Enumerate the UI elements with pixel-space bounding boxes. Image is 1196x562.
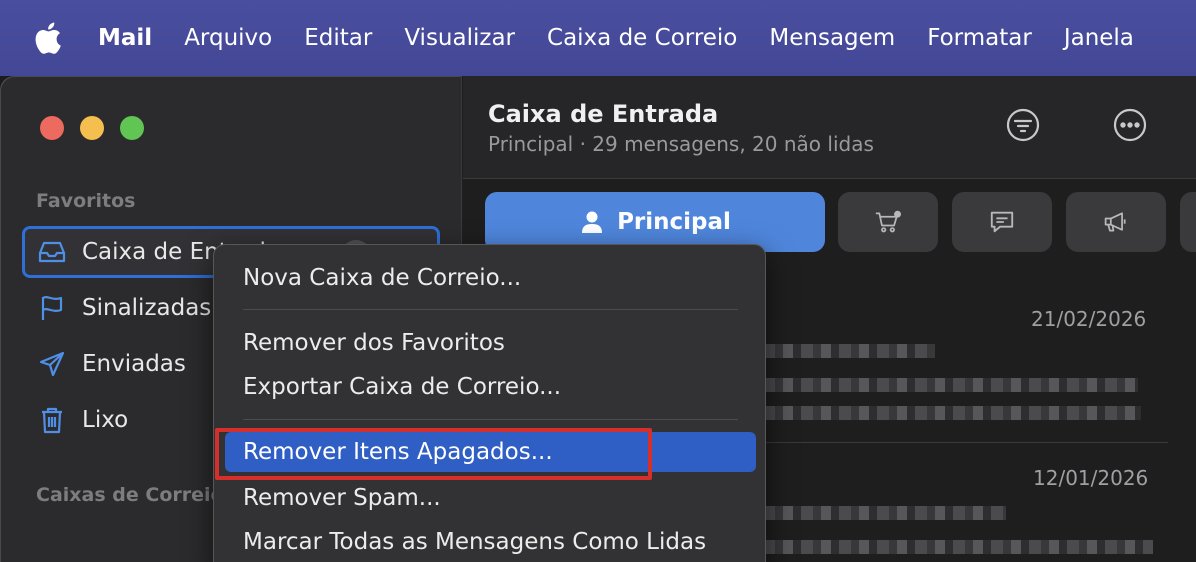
message-preview-blurred [763,406,1141,420]
menu-item-new-mailbox[interactable]: Nova Caixa de Correio... [225,258,756,298]
paper-plane-icon [36,348,68,380]
flag-icon [36,292,68,324]
tab-label: Principal [617,209,731,235]
apple-logo-icon[interactable] [34,20,64,56]
mailbox-header: Caixa de Entrada Principal · 29 mensagen… [463,76,1196,179]
inbox-icon [36,236,68,268]
menu-bar: Mail Arquivo Editar Visualizar Caixa de … [0,0,1196,76]
menu-formatar[interactable]: Formatar [927,25,1032,51]
menu-item-remove-from-favorites[interactable]: Remover dos Favoritos [225,323,756,363]
menu-visualizar[interactable]: Visualizar [404,25,515,51]
shopping-cart-icon [875,209,901,235]
tab-principal[interactable]: Principal [485,192,825,252]
chat-bubble-icon [989,209,1015,235]
menu-caixa-de-correio[interactable]: Caixa de Correio [547,25,737,51]
menu-separator [243,309,738,310]
minimize-window-button[interactable] [80,116,104,140]
highlight-annotation-box [215,428,652,480]
zoom-window-button[interactable] [120,116,144,140]
tab-promocoes[interactable] [1066,192,1166,252]
trash-icon [36,404,68,436]
message-date: 12/01/2026 [1033,466,1149,490]
tab-more[interactable] [1180,192,1196,252]
message-subject-blurred [763,540,1153,554]
message-sender-blurred [763,506,1006,520]
favorites-section-label: Favoritos [36,190,136,212]
menu-app-name[interactable]: Mail [98,25,152,51]
mailboxes-section-label: Caixas de Correio [36,484,224,506]
filter-button[interactable] [1004,108,1042,146]
mailbox-context-menu: Nova Caixa de Correio... Remover dos Fav… [213,244,766,562]
message-date: 21/02/2026 [1031,307,1147,331]
more-options-button[interactable] [1111,108,1149,146]
menu-arquivo[interactable]: Arquivo [184,25,272,51]
menu-janela[interactable]: Janela [1064,25,1134,51]
tab-transacoes[interactable] [952,192,1052,252]
menu-item-erase-junk[interactable]: Remover Spam... [225,478,756,518]
menu-item-export-mailbox[interactable]: Exportar Caixa de Correio... [225,367,756,407]
menu-separator [243,419,738,420]
person-icon [579,209,605,235]
ellipsis-icon [1112,107,1148,147]
sidebar-item-label: Sinalizadas [82,295,212,321]
sidebar-item-label: Lixo [82,407,129,433]
tab-compras[interactable] [838,192,938,252]
filter-icon [1005,107,1041,147]
message-subject-blurred [763,378,1138,392]
message-separator [763,442,1168,443]
menu-editar[interactable]: Editar [304,25,372,51]
menu-item-mark-all-read[interactable]: Marcar Todas as Mensagens Como Lidas [225,522,756,562]
menu-mensagem[interactable]: Mensagem [769,25,895,51]
sidebar-item-label: Enviadas [82,351,186,377]
mailbox-subtitle: Principal · 29 mensagens, 20 não lidas [488,132,874,156]
megaphone-icon [1103,209,1129,235]
close-window-button[interactable] [40,116,64,140]
mailbox-title: Caixa de Entrada [488,100,719,128]
message-sender-blurred [763,344,935,358]
